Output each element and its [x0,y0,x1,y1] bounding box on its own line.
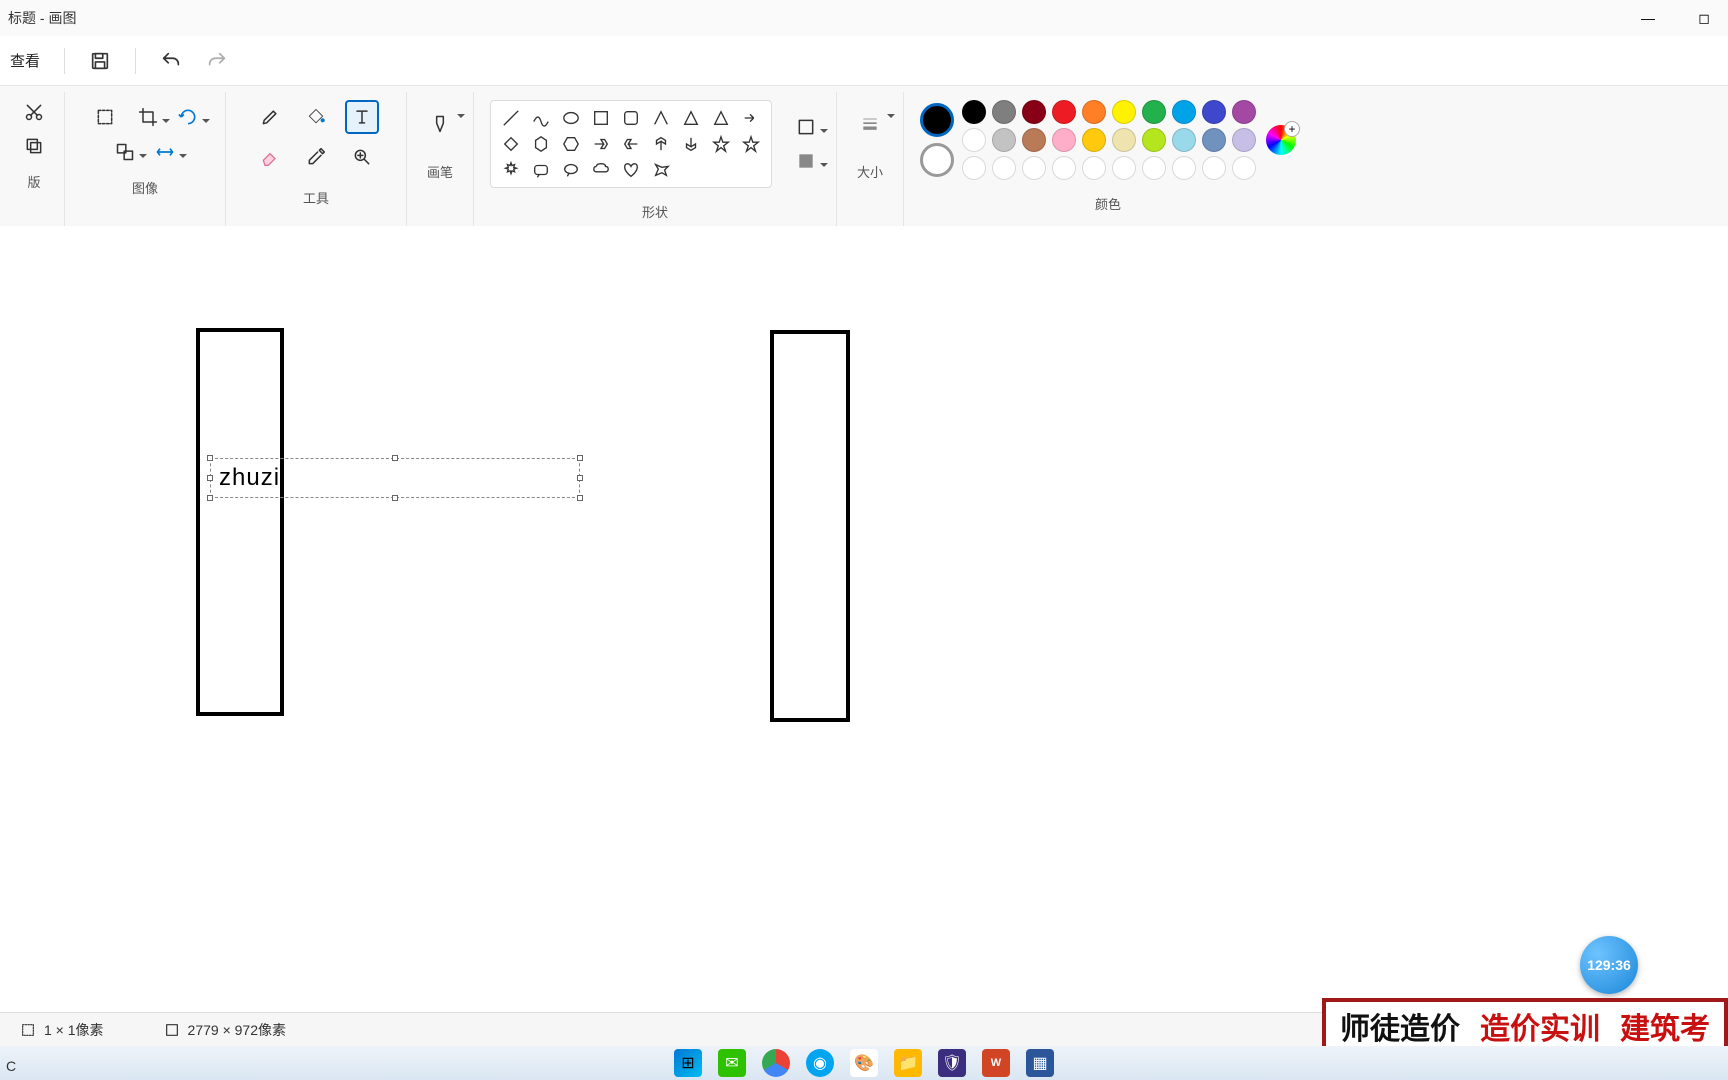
copy-icon[interactable] [20,134,48,158]
resize-icon[interactable] [111,140,139,164]
color-2[interactable] [920,143,954,177]
swatch[interactable] [1112,100,1136,124]
swatch[interactable] [1142,128,1166,152]
swatch[interactable] [1082,100,1106,124]
flip-icon[interactable] [151,140,179,164]
shape-fill-icon[interactable] [792,149,820,173]
undo-icon[interactable] [160,50,182,72]
clipboard-group: 版 [4,92,65,229]
taskbar: C ⊞ ✉ ◉ 🎨 📁 🛡 W ▦ [0,1046,1728,1080]
window-title: 标题 - 画图 [8,8,76,28]
taskbar-paint-icon[interactable]: 🎨 [850,1049,878,1077]
swatch-empty[interactable] [1202,156,1226,180]
taskbar-wps-icon[interactable]: W [982,1049,1010,1077]
size-label: 大小 [857,156,883,189]
eraser-icon[interactable] [253,140,287,174]
color-picker-icon[interactable] [299,140,333,174]
text-tool-icon[interactable] [345,100,379,134]
shape-outline-icon[interactable] [792,115,820,139]
drawn-rectangle [770,330,850,722]
shapes-gallery[interactable] [490,100,772,188]
maximize-button[interactable]: ◻ [1688,10,1720,27]
shapes-label: 形状 [642,196,668,229]
swatch-empty[interactable] [962,156,986,180]
swatch[interactable] [1202,128,1226,152]
swatch[interactable] [1022,128,1046,152]
magnifier-icon[interactable] [345,140,379,174]
size-group: 大小 [837,92,904,229]
swatch[interactable] [1142,100,1166,124]
swatch-empty[interactable] [1142,156,1166,180]
swatch[interactable] [1112,128,1136,152]
taskbar-app-icon[interactable]: ◉ [806,1049,834,1077]
brush-icon[interactable] [423,100,457,148]
swatch-empty[interactable] [1172,156,1196,180]
crop-icon[interactable] [134,105,162,129]
image-label: 图像 [132,172,158,205]
taskbar-explorer-icon[interactable]: 📁 [894,1049,922,1077]
redo-icon[interactable] [206,50,228,72]
swatch[interactable] [1172,128,1196,152]
select-icon[interactable] [88,100,122,134]
pencil-icon[interactable] [253,100,287,134]
image-group: 图像 [65,92,226,229]
fill-icon[interactable] [299,100,333,134]
swatch[interactable] [1022,100,1046,124]
swatch[interactable] [1052,128,1076,152]
shapes-group: 形状 [474,92,837,229]
swatch[interactable] [1202,100,1226,124]
edit-colors-icon[interactable] [1266,125,1296,155]
taskbar-app-icon[interactable]: ▦ [1026,1049,1054,1077]
view-menu[interactable]: 查看 [10,50,40,71]
colors-group: 颜色 [904,92,1312,229]
swatch[interactable] [1172,100,1196,124]
clipboard-label: 版 [27,166,40,199]
taskbar-wechat-icon[interactable]: ✉ [718,1049,746,1077]
start-button[interactable]: ⊞ [674,1049,702,1077]
titlebar: 标题 - 画图 — ◻ [0,0,1728,36]
swatch[interactable] [962,128,986,152]
color-1[interactable] [920,103,954,137]
text-content: zhuzi [219,464,280,492]
swatch-empty[interactable] [1022,156,1046,180]
taskbar-chrome-icon[interactable] [762,1049,790,1077]
swatch[interactable] [992,100,1016,124]
minimize-button[interactable]: — [1632,10,1664,27]
taskbar-shield-icon[interactable]: 🛡 [938,1049,966,1077]
brushes-label: 画笔 [427,156,453,189]
swatch-empty[interactable] [992,156,1016,180]
swatch[interactable] [992,128,1016,152]
swatch-empty[interactable] [1052,156,1076,180]
swatch[interactable] [962,100,986,124]
rotate-icon[interactable] [174,105,202,129]
swatch[interactable] [1052,100,1076,124]
cut-icon[interactable] [20,100,48,124]
swatch-empty[interactable] [1112,156,1136,180]
swatch-empty[interactable] [1082,156,1106,180]
colors-label: 颜色 [1095,188,1121,221]
weather-widget[interactable]: C [6,1058,16,1074]
canvas[interactable]: zhuzi [0,226,1728,1036]
swatch[interactable] [1232,128,1256,152]
save-icon[interactable] [89,50,111,72]
tools-label: 工具 [303,182,329,215]
canvas-size: 2779 × 972像素 [164,1020,286,1040]
swatch[interactable] [1232,100,1256,124]
swatch[interactable] [1082,128,1106,152]
timer-overlay: 129:36 [1580,936,1638,994]
color-palette [962,100,1258,180]
selection-size: 1 × 1像素 [20,1020,104,1040]
swatch-empty[interactable] [1232,156,1256,180]
drawn-rectangle [196,328,284,716]
stroke-size-icon[interactable] [853,100,887,148]
ribbon: 版 图像 工具 画笔 [0,86,1728,230]
text-input-box[interactable]: zhuzi [210,458,580,498]
tools-group: 工具 [226,92,407,229]
brushes-group: 画笔 [407,92,474,229]
quick-access-bar: 查看 [0,36,1728,86]
